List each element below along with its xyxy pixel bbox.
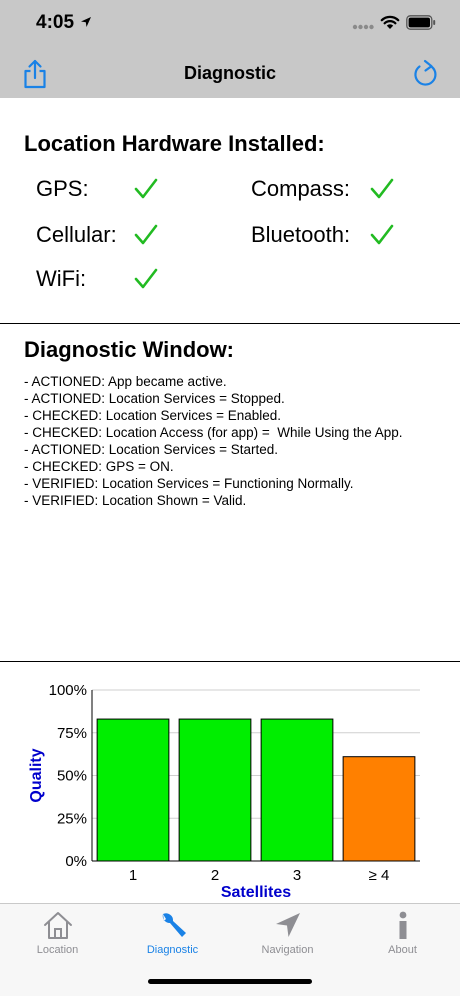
- log-line: - CHECKED: Location Services = Enabled.: [24, 408, 281, 423]
- status-time: 4:05: [36, 12, 75, 33]
- page-title: Diagnostic: [183, 63, 276, 83]
- tab-diagnostic[interactable]: Diagnostic: [115, 904, 230, 964]
- checkmark-icon: [370, 178, 394, 199]
- signal-icon: [352, 24, 374, 30]
- checkmark-icon: [134, 224, 158, 245]
- tab-label: Diagnostic: [146, 944, 199, 956]
- x-tick-label: 1: [129, 867, 137, 884]
- hardware-label-gps: GPS:: [36, 176, 89, 201]
- hardware-section-title: Location Hardware Installed:: [24, 131, 325, 156]
- bar: [178, 718, 252, 862]
- log-line: - CHECKED: Location Access (for app) = W…: [24, 425, 403, 440]
- log-line: - VERIFIED: Location Services = Function…: [24, 476, 354, 491]
- checkmark-icon: [134, 178, 158, 199]
- info-icon: [399, 911, 407, 939]
- x-axis-label: Satellites: [221, 884, 291, 901]
- home-indicator: [148, 979, 312, 984]
- log-line: - ACTIONED: Location Services = Stopped.: [24, 391, 285, 406]
- y-tick-label: 100%: [49, 682, 87, 699]
- bar: [342, 756, 416, 862]
- x-tick-label: ≥ 4: [369, 867, 390, 884]
- tab-navigation[interactable]: Navigation: [230, 904, 345, 964]
- bar: [260, 718, 334, 862]
- battery-icon: [406, 15, 436, 30]
- section-divider: [0, 323, 460, 324]
- location-arrow-icon: [81, 17, 91, 27]
- hardware-label-compass: Compass:: [251, 176, 351, 201]
- x-tick-label: 2: [211, 867, 219, 884]
- checkmark-icon: [134, 268, 158, 289]
- y-tick-label: 0%: [65, 853, 87, 870]
- navigation-bar: Diagnostic: [0, 48, 460, 98]
- y-tick-label: 50%: [57, 768, 87, 785]
- diagnostic-log: - ACTIONED: App became active. - ACTIONE…: [24, 373, 434, 509]
- hardware-label-bluetooth: Bluetooth:: [251, 222, 351, 247]
- house-icon: [44, 912, 72, 939]
- tab-about[interactable]: About: [345, 904, 460, 964]
- log-line: - ACTIONED: Location Services = Started.: [24, 442, 278, 457]
- diagnostic-window-title: Diagnostic Window:: [24, 337, 235, 362]
- x-tick-label: 3: [293, 867, 301, 884]
- top-bar: 4:05 Diagnostic: [0, 0, 460, 98]
- satellite-quality-chart: 0% 25% 50% 75% 100% 1 2 3 ≥ 4 Satellites Quality: [28, 682, 420, 901]
- y-tick-label: 75%: [57, 725, 87, 742]
- tab-location[interactable]: Location: [0, 904, 115, 964]
- refresh-button[interactable]: [410, 58, 440, 90]
- checkmark-icon: [370, 224, 394, 245]
- log-line: - ACTIONED: App became active.: [24, 374, 227, 389]
- tab-label: About: [388, 944, 417, 956]
- tab-label: Navigation: [261, 944, 314, 956]
- y-axis-label: Quality: [28, 748, 45, 802]
- y-tick-label: 25%: [57, 810, 87, 827]
- status-bar: 4:05: [0, 0, 460, 48]
- log-line: - VERIFIED: Location Shown = Valid.: [24, 493, 247, 508]
- wifi-icon: [380, 15, 400, 29]
- hardware-label-cellular: Cellular:: [36, 222, 117, 247]
- log-line: - CHECKED: GPS = ON.: [24, 459, 174, 474]
- bar: [96, 718, 170, 862]
- hardware-label-wifi: WiFi:: [36, 266, 87, 291]
- tab-label: Location: [36, 944, 79, 956]
- wrench-icon: [162, 913, 186, 937]
- navigation-arrow-icon: [276, 913, 300, 937]
